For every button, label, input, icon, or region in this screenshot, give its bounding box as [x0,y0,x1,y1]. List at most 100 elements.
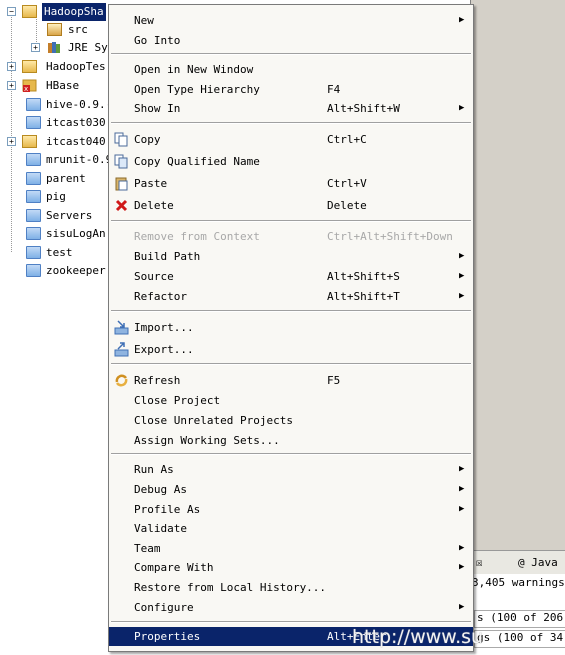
import-icon [114,320,129,335]
package-folder-icon [47,23,62,36]
menu-item-shortcut: Delete [327,199,367,212]
menu-item-label: Copy [134,133,161,146]
menu-item-run-as[interactable]: Run As ▶ [109,460,473,479]
collapse-icon[interactable]: − [7,7,16,16]
menu-item-shortcut: Alt+Shift+T [327,290,400,303]
menu-item-refactor[interactable]: Refactor Alt+Shift+T ▶ [109,287,473,306]
menu-separator [111,621,471,623]
submenu-arrow-icon: ▶ [459,464,465,474]
folder-icon [26,190,41,203]
menu-item-label: Delete [134,199,174,212]
tree-item-label: HadoopSha [42,3,106,21]
menu-separator [111,310,471,312]
tab-javadoc[interactable]: @ Java [518,555,558,571]
submenu-arrow-icon: ▶ [459,251,465,261]
menu-item-debug-as[interactable]: Debug As ▶ [109,480,473,499]
submenu-arrow-icon: ▶ [459,291,465,301]
problems-view: 3,405 warnings s (100 of 206 gs (100 of … [470,574,565,655]
folder-icon [26,98,41,111]
tree-item-label: test [46,246,73,259]
menu-item-compare-with[interactable]: Compare With ▶ [109,558,473,577]
problems-summary: 3,405 warnings [472,576,565,589]
folder-icon [26,227,41,240]
menu-item-assign-working-sets[interactable]: Assign Working Sets... [109,431,473,450]
java-project-icon [22,5,37,18]
java-project-icon [22,135,37,148]
tree-item-label: itcast040 [46,135,106,148]
menu-item-open-type-hierarchy[interactable]: Open Type Hierarchy F4 [109,80,473,99]
menu-item-delete[interactable]: Delete Delete [109,196,473,215]
menu-item-validate[interactable]: Validate [109,519,473,538]
delete-icon [114,198,129,213]
problems-group-row[interactable]: gs (100 of 34 [474,630,565,648]
menu-item-paste[interactable]: Paste Ctrl+V [109,174,473,193]
menu-item-shortcut: F4 [327,83,341,96]
tree-item-label: parent [46,172,86,185]
expand-icon[interactable]: + [7,137,16,146]
console-tab-bar: ☒ @ Java [470,550,565,575]
menu-item-label: New [134,14,154,27]
menu-item-label: Run As [134,463,174,476]
menu-item-close-project[interactable]: Close Project [109,391,473,410]
close-view-icon[interactable]: ☒ [476,555,483,571]
menu-item-new[interactable]: New ▶ [109,11,473,30]
tree-item-label: pig [46,190,66,203]
menu-item-shortcut: Ctrl+Alt+Shift+Down [327,230,453,243]
tree-item-label: src [68,23,88,36]
menu-item-go-into[interactable]: Go Into [109,31,473,50]
menu-item-label: Profile As [134,503,201,516]
menu-item-label: Open in New Window [134,63,254,76]
menu-item-profile-as[interactable]: Profile As ▶ [109,500,473,519]
menu-item-close-unrelated-projects[interactable]: Close Unrelated Projects [109,411,473,430]
problems-group-row[interactable]: s (100 of 206 [474,610,565,628]
menu-item-shortcut: Ctrl+C [327,133,367,146]
menu-item-shortcut: Ctrl+V [327,177,367,190]
folder-icon [26,246,41,259]
menu-item-label: Go Into [134,34,181,47]
menu-item-label: Refactor [134,290,187,303]
menu-item-refresh[interactable]: Refresh F5 [109,371,473,390]
tree-item-label: itcast030 [46,116,106,129]
menu-item-copy-qualified-name[interactable]: Copy Qualified Name [109,152,473,171]
menu-separator [111,363,471,365]
menu-separator [111,53,471,55]
menu-item-source[interactable]: Source Alt+Shift+S ▶ [109,267,473,286]
menu-item-team[interactable]: Team ▶ [109,539,473,558]
copy-qualified-name-icon [114,154,129,169]
menu-item-configure[interactable]: Configure ▶ [109,598,473,617]
menu-item-label: Export... [134,343,194,356]
menu-item-remove-from-context: Remove from Context Ctrl+Alt+Shift+Down [109,227,473,246]
expand-icon[interactable]: + [31,43,40,52]
tree-item-label: HBase [46,79,80,92]
menu-separator [111,453,471,455]
tree-item-label: Servers [46,209,93,222]
submenu-arrow-icon: ▶ [459,602,465,612]
tree-item-label: HadoopTes [46,60,106,73]
menu-item-copy[interactable]: Copy Ctrl+C [109,130,473,149]
submenu-arrow-icon: ▶ [459,562,465,572]
submenu-arrow-icon: ▶ [459,103,465,113]
menu-separator [111,122,471,124]
menu-item-show-in[interactable]: Show In Alt+Shift+W ▶ [109,99,473,118]
refresh-icon [114,373,129,388]
menu-item-build-path[interactable]: Build Path ▶ [109,247,473,266]
menu-item-export[interactable]: Export... [109,340,473,359]
menu-item-label: Paste [134,177,168,190]
problems-group-label: s (100 of 206 [477,611,564,624]
tree-guide-line [11,14,12,252]
menu-item-label: Open Type Hierarchy [134,83,260,96]
tree-item-label: hive-0.9.( [46,98,113,111]
export-icon [114,342,129,357]
menu-item-label: Compare With [134,561,214,574]
expand-icon[interactable]: + [7,81,16,90]
expand-icon[interactable]: + [7,62,16,71]
menu-item-restore-from-local-history[interactable]: Restore from Local History... [109,578,473,597]
folder-icon [26,264,41,277]
tree-item-label: mrunit-0.9 [46,153,113,166]
menu-item-label: Close Unrelated Projects [134,414,293,427]
menu-item-import[interactable]: Import... [109,318,473,337]
java-project-icon [22,60,37,73]
problems-group-label: gs (100 of 34 [477,631,564,644]
menu-item-open-in-new-window[interactable]: Open in New Window [109,60,473,79]
menu-item-label: Properties [134,630,201,643]
